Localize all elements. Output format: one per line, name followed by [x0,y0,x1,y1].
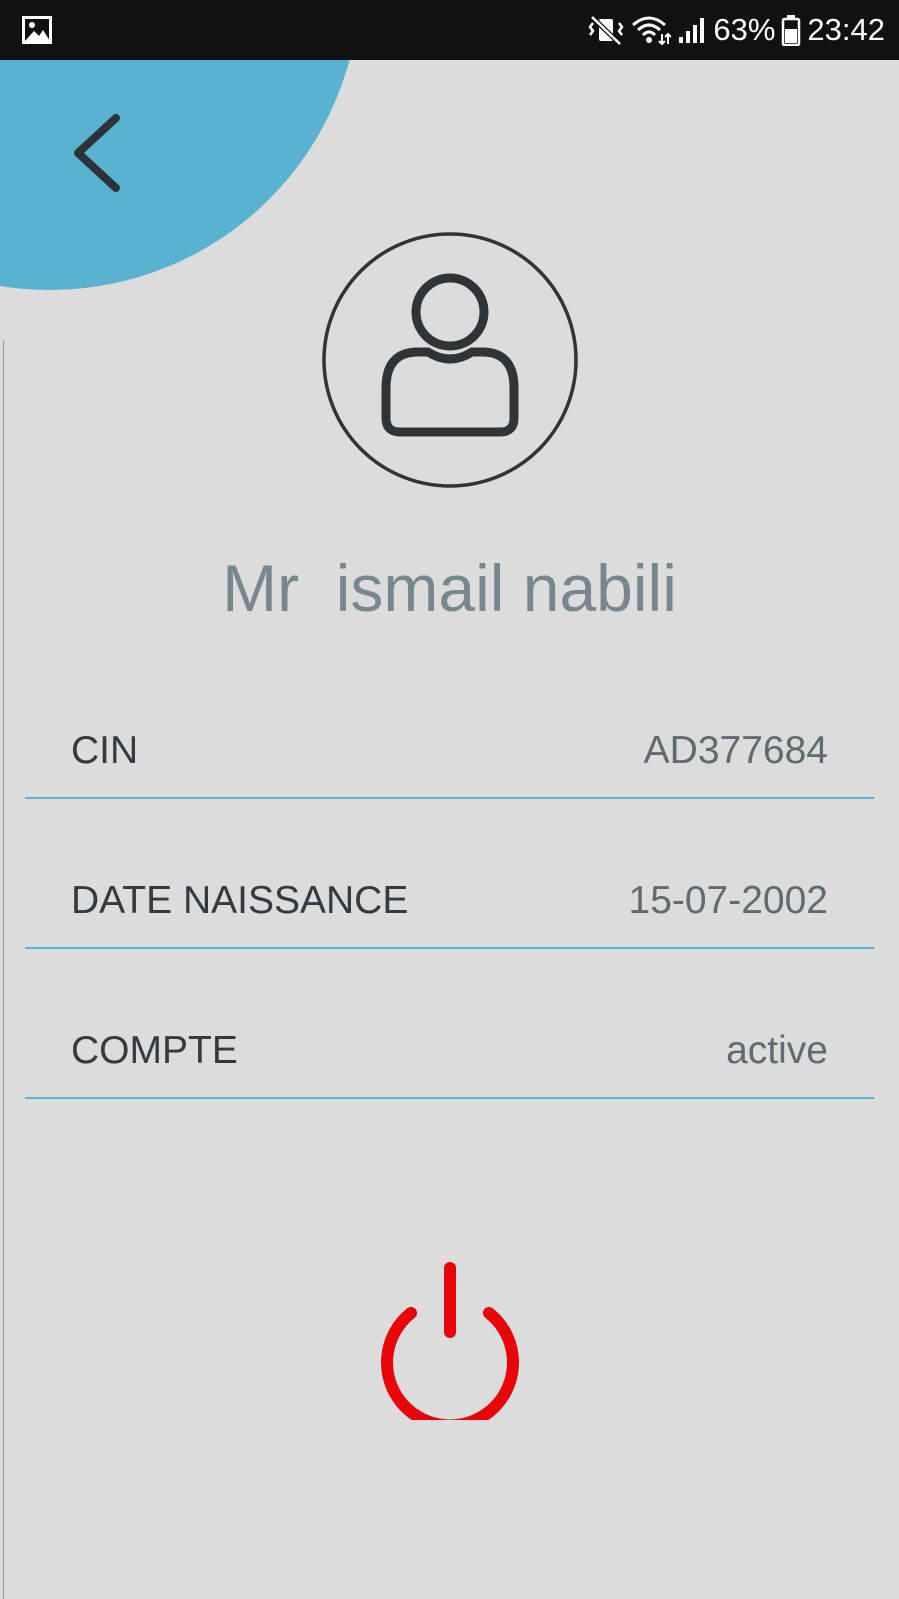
status-indicators: 63% 23:42 [587,0,885,60]
header-corner-decoration [0,60,360,290]
user-circle-icon [322,232,578,488]
clock: 23:42 [807,12,885,47]
info-row-birth-date: DATE NAISSANCE 15-07-2002 [25,847,874,949]
account-label: COMPTE [71,1029,238,1072]
user-full-name: Mr ismail nabili [222,551,677,625]
battery-percentage: 63% [713,12,776,47]
power-icon [381,1262,519,1432]
battery-icon [782,15,801,46]
signal-icon [679,18,705,43]
cin-value: AD377684 [643,729,828,772]
info-row-account: COMPTE active [25,997,874,1099]
info-row-cin: CIN AD377684 [25,697,874,799]
logout-button[interactable] [370,1260,530,1432]
chevron-left-icon [74,114,120,192]
birth-date-value: 15-07-2002 [628,879,829,922]
account-status-value: active [726,1029,828,1072]
status-bar: 63% 23:42 [0,0,899,60]
back-button[interactable] [60,108,140,198]
gallery-notification-icon [22,16,52,44]
profile-screen: Mr ismail nabili CIN AD377684 DATE NAISS… [0,60,899,1599]
vibrate-mute-icon [588,15,624,46]
cin-label: CIN [71,729,139,772]
birth-date-label: DATE NAISSANCE [71,879,409,922]
screen-edge-divider [3,340,4,1599]
wifi-icon [632,16,672,46]
